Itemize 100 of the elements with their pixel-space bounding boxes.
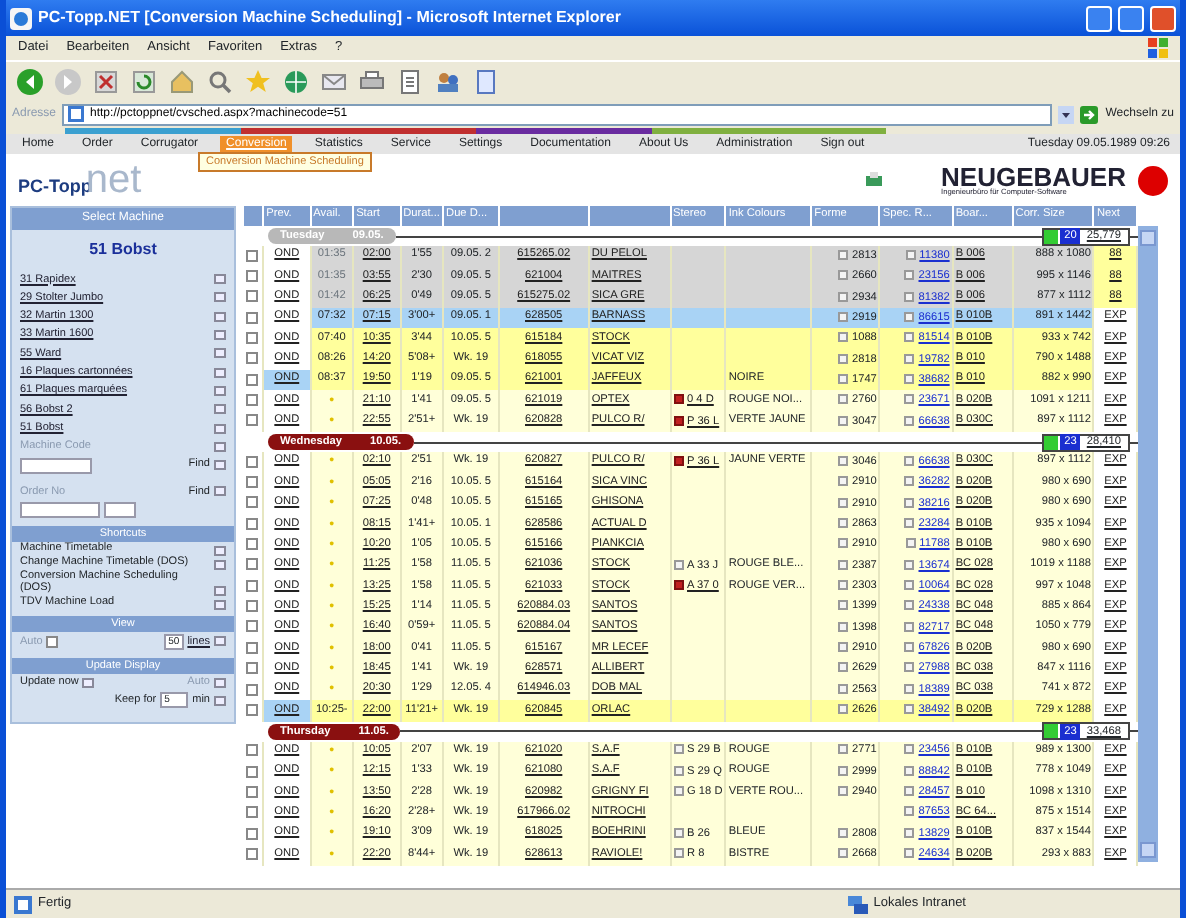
forme-checkbox[interactable] (837, 744, 848, 755)
stereo-icon[interactable] (673, 455, 684, 466)
row-checkbox[interactable] (246, 290, 258, 303)
row-checkbox[interactable] (246, 765, 258, 778)
auto-checkbox[interactable] (46, 635, 59, 648)
row-checkbox[interactable] (246, 538, 258, 551)
spec-checkbox[interactable] (904, 270, 915, 281)
spec-checkbox[interactable] (904, 806, 915, 817)
home-icon[interactable] (168, 67, 196, 95)
row-checkbox[interactable] (246, 394, 258, 407)
forme-checkbox[interactable] (837, 786, 848, 797)
order-field[interactable] (20, 502, 100, 519)
spec-checkbox[interactable] (904, 455, 915, 466)
close-button[interactable] (1150, 5, 1176, 31)
row-checkbox[interactable] (246, 476, 258, 489)
row-checkbox[interactable] (246, 311, 258, 324)
row-checkbox[interactable] (246, 579, 258, 592)
refresh-icon[interactable] (130, 67, 158, 95)
forme-checkbox[interactable] (837, 291, 848, 302)
row-checkbox[interactable] (246, 785, 258, 798)
spec-checkbox[interactable] (904, 848, 915, 859)
row-checkbox[interactable] (246, 249, 258, 262)
spec-checkbox[interactable] (904, 704, 915, 715)
forme-checkbox[interactable] (837, 415, 848, 426)
spec-checkbox[interactable] (904, 744, 915, 755)
spec-checkbox[interactable] (905, 538, 916, 549)
row-checkbox[interactable] (246, 373, 258, 386)
document-icon[interactable] (396, 67, 424, 95)
spec-checkbox[interactable] (904, 353, 915, 364)
forme-checkbox[interactable] (837, 394, 848, 405)
row-checkbox[interactable] (246, 847, 258, 860)
spec-checkbox[interactable] (904, 291, 915, 302)
people-icon[interactable] (434, 67, 462, 95)
row-checkbox[interactable] (246, 517, 258, 530)
spec-checkbox[interactable] (904, 642, 915, 653)
row-checkbox[interactable] (246, 662, 258, 675)
spec-checkbox[interactable] (904, 497, 915, 508)
minimize-button[interactable] (1086, 5, 1112, 31)
row-checkbox[interactable] (246, 600, 258, 613)
machine-code-field[interactable] (20, 457, 92, 474)
forme-checkbox[interactable] (837, 765, 848, 776)
spec-checkbox[interactable] (904, 518, 915, 528)
row-checkbox[interactable] (246, 352, 258, 365)
spec-checkbox[interactable] (904, 786, 915, 797)
star-icon[interactable] (244, 67, 272, 95)
forme-checkbox[interactable] (837, 476, 848, 487)
scroll-down-button[interactable] (1140, 842, 1156, 858)
forme-checkbox[interactable] (837, 580, 848, 591)
stereo-icon[interactable] (673, 415, 684, 426)
printer-icon[interactable] (865, 172, 882, 188)
spec-checkbox[interactable] (904, 827, 915, 838)
spec-checkbox[interactable] (904, 394, 915, 405)
back-icon[interactable] (16, 67, 44, 95)
row-checkbox[interactable] (246, 455, 258, 468)
forme-checkbox[interactable] (837, 497, 848, 508)
forme-checkbox[interactable] (837, 270, 848, 281)
forme-checkbox[interactable] (837, 621, 848, 632)
printer-icon[interactable] (358, 67, 386, 95)
forward-icon[interactable] (54, 67, 82, 95)
stereo-icon[interactable] (673, 580, 684, 591)
forme-checkbox[interactable] (837, 538, 848, 549)
spec-checkbox[interactable] (904, 765, 915, 776)
row-checkbox[interactable] (246, 827, 258, 840)
forme-checkbox[interactable] (837, 332, 848, 343)
row-checkbox[interactable] (246, 496, 258, 509)
forme-checkbox[interactable] (837, 662, 848, 673)
forme-checkbox[interactable] (837, 642, 848, 653)
globe-icon[interactable] (282, 67, 310, 95)
spec-checkbox[interactable] (904, 580, 915, 591)
forme-checkbox[interactable] (837, 518, 848, 528)
notepad-icon[interactable] (472, 67, 500, 95)
forme-checkbox[interactable] (837, 600, 848, 611)
forme-checkbox[interactable] (837, 455, 848, 466)
spec-checkbox[interactable] (905, 249, 916, 260)
row-checkbox[interactable] (246, 806, 258, 819)
spec-checkbox[interactable] (904, 600, 915, 611)
spec-checkbox[interactable] (904, 373, 915, 384)
row-checkbox[interactable] (246, 703, 258, 716)
forme-checkbox[interactable] (837, 559, 848, 570)
row-checkbox[interactable] (246, 744, 258, 757)
spec-checkbox[interactable] (904, 311, 915, 322)
maximize-button[interactable] (1118, 5, 1144, 31)
scroll-up-button[interactable] (1140, 230, 1156, 246)
spec-checkbox[interactable] (904, 415, 915, 426)
forme-checkbox[interactable] (837, 848, 848, 859)
stop-icon[interactable] (92, 67, 120, 95)
spec-checkbox[interactable] (904, 662, 915, 673)
forme-checkbox[interactable] (837, 827, 848, 838)
row-checkbox[interactable] (246, 332, 258, 344)
row-checkbox[interactable] (246, 269, 258, 282)
forme-checkbox[interactable] (837, 353, 848, 364)
order-suffix-field[interactable] (104, 502, 136, 519)
search-icon[interactable] (206, 67, 234, 95)
spec-checkbox[interactable] (904, 476, 915, 487)
dropdown-icon[interactable] (1057, 105, 1074, 123)
scrollbar[interactable] (1138, 226, 1158, 862)
forme-checkbox[interactable] (837, 311, 848, 322)
row-checkbox[interactable] (246, 414, 258, 427)
spec-checkbox[interactable] (904, 559, 915, 570)
row-checkbox[interactable] (246, 558, 258, 571)
